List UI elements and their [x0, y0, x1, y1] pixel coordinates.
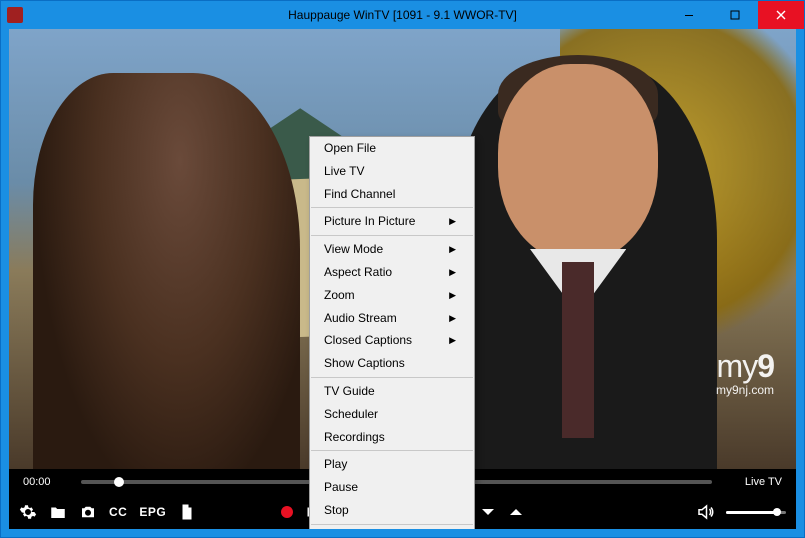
menu-item-aspect-ratio[interactable]: Aspect Ratio ▶ [310, 261, 474, 284]
window-controls [666, 1, 804, 29]
chevron-right-icon: ▶ [449, 243, 456, 256]
menu-item-tv-guide[interactable]: TV Guide [310, 380, 474, 403]
menu-item-label: Find Channel [324, 186, 395, 203]
volume-thumb[interactable] [773, 508, 781, 516]
client-area: my9 my9nj.com 00:00 Live TV CC EPG [9, 29, 796, 529]
menu-item-audio-stream[interactable]: Audio Stream ▶ [310, 307, 474, 330]
titlebar[interactable]: Hauppauge WinTV [1091 - 9.1 WWOR-TV] [1, 1, 804, 29]
menu-item-label: Audio Stream [324, 310, 397, 327]
menu-separator [311, 450, 473, 451]
menu-item-label: Live TV [324, 163, 364, 180]
cc-button[interactable]: CC [109, 505, 127, 519]
menu-item-label: Scheduler [324, 406, 378, 423]
menu-item-picture-in-picture[interactable]: Picture In Picture ▶ [310, 210, 474, 233]
context-menu[interactable]: Open File Live TV Find Channel Picture In P… [309, 136, 475, 529]
chevron-right-icon: ▶ [449, 266, 456, 279]
scene-person-right [450, 64, 718, 469]
menu-item-show-captions[interactable]: Show Captions [310, 352, 474, 375]
menu-item-find-channel[interactable]: Find Channel [310, 183, 474, 206]
menu-separator [311, 235, 473, 236]
volume-slider[interactable] [726, 511, 786, 514]
menu-item-label: Closed Captions [324, 332, 412, 349]
menu-item-label: TV Guide [324, 383, 375, 400]
settings-icon[interactable] [19, 503, 37, 521]
menu-separator [311, 377, 473, 378]
chevron-right-icon: ▶ [449, 289, 456, 302]
maximize-button[interactable] [712, 1, 758, 29]
menu-item-play[interactable]: Play [310, 453, 474, 476]
volume-icon[interactable] [696, 503, 714, 521]
menu-item-pause[interactable]: Pause [310, 476, 474, 499]
document-icon[interactable] [178, 503, 196, 521]
app-window: Hauppauge WinTV [1091 - 9.1 WWOR-TV] [0, 0, 805, 538]
menu-separator [311, 207, 473, 208]
seek-status: Live TV [722, 476, 782, 488]
seek-thumb[interactable] [114, 477, 124, 487]
menu-item-label: Stop [324, 502, 349, 519]
menu-item-label: Show Captions [324, 355, 405, 372]
menu-item-zoom[interactable]: Zoom ▶ [310, 284, 474, 307]
menu-item-stay-on-top[interactable]: Stay On Top [310, 527, 474, 529]
channel-down-button[interactable] [479, 503, 497, 521]
snapshot-icon[interactable] [79, 503, 97, 521]
app-icon [7, 7, 23, 23]
chevron-right-icon: ▶ [449, 215, 456, 228]
menu-item-label: Pause [324, 479, 358, 496]
channel-watermark: my9 my9nj.com [716, 352, 774, 397]
menu-item-view-mode[interactable]: View Mode ▶ [310, 238, 474, 261]
scene-person-left [33, 73, 301, 469]
menu-item-label: Open File [324, 140, 376, 157]
menu-item-label: Picture In Picture [324, 213, 415, 230]
chevron-right-icon: ▶ [449, 334, 456, 347]
menu-item-label: View Mode [324, 241, 383, 258]
chevron-right-icon: ▶ [449, 312, 456, 325]
menu-item-open-file[interactable]: Open File [310, 137, 474, 160]
epg-button[interactable]: EPG [139, 505, 166, 519]
menu-item-closed-captions[interactable]: Closed Captions ▶ [310, 329, 474, 352]
record-button[interactable] [281, 506, 293, 518]
menu-item-recordings[interactable]: Recordings [310, 426, 474, 449]
seek-time: 00:00 [23, 476, 71, 488]
menu-item-label: Aspect Ratio [324, 264, 392, 281]
open-icon[interactable] [49, 503, 67, 521]
menu-item-scheduler[interactable]: Scheduler [310, 403, 474, 426]
menu-item-stop[interactable]: Stop [310, 499, 474, 522]
minimize-button[interactable] [666, 1, 712, 29]
channel-up-button[interactable] [507, 503, 525, 521]
close-button[interactable] [758, 1, 804, 29]
menu-item-label: Play [324, 456, 347, 473]
menu-item-label: Zoom [324, 287, 355, 304]
menu-item-label: Recordings [324, 429, 385, 446]
menu-separator [311, 524, 473, 525]
menu-item-live-tv[interactable]: Live TV [310, 160, 474, 183]
